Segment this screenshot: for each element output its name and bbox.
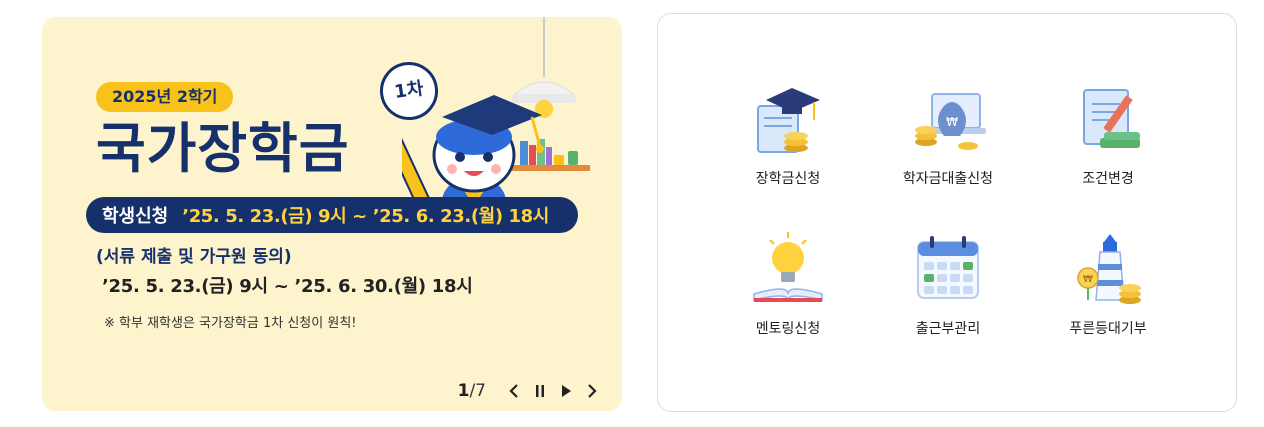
- pager-current: 1: [457, 381, 470, 401]
- quick-menu-panel: 장학금신청 ₩ 학자금대출신청 조건변경 멘토링신청 출근부관리 ₩ 푸른등대기…: [657, 13, 1237, 412]
- pager-total: /7: [469, 381, 486, 401]
- chevron-right-icon: [588, 384, 597, 398]
- play-slide-button[interactable]: [558, 381, 574, 401]
- slide-pager: 1/7: [458, 381, 486, 401]
- quick-menu-blue-lighthouse-donation[interactable]: ₩ 푸른등대기부: [1028, 226, 1188, 376]
- quick-menu-mentoring-apply[interactable]: 멘토링신청: [708, 226, 868, 376]
- quick-menu-label: 조건변경: [1082, 171, 1134, 187]
- next-slide-button[interactable]: [584, 381, 600, 401]
- document-submission-date: ’25. 5. 23.(금) 9시 ~ ’25. 6. 30.(월) 18시: [102, 276, 473, 297]
- quick-menu-label: 푸른등대기부: [1069, 321, 1147, 337]
- banner-title: 국가장학금: [96, 117, 350, 180]
- quick-menu-grid: 장학금신청 ₩ 학자금대출신청 조건변경 멘토링신청 출근부관리 ₩ 푸른등대기…: [708, 76, 1188, 376]
- quick-menu-condition-change[interactable]: 조건변경: [1028, 76, 1188, 226]
- apply-date: ’25. 5. 23.(금) 9시 ~ ’25. 6. 23.(월) 18시: [182, 206, 549, 227]
- pause-slide-button[interactable]: [532, 381, 548, 401]
- graduation-cap-certificate-icon: [746, 76, 830, 160]
- scholarship-banner[interactable]: 2025년 2학기 국가장학금 1차 학생신청 ’25. 5. 23.(금) 9…: [42, 17, 622, 411]
- quick-menu-label: 학자금대출신청: [902, 171, 994, 187]
- pause-icon: [536, 385, 544, 397]
- semester-badge: 2025년 2학기: [96, 82, 234, 112]
- money-bag-laptop-icon: ₩: [906, 76, 990, 160]
- quick-menu-student-loan-apply[interactable]: ₩ 학자금대출신청: [868, 76, 1028, 226]
- quick-menu-attendance-management[interactable]: 출근부관리: [868, 226, 1028, 376]
- apply-label: 학생신청: [102, 206, 169, 227]
- mascot-illustration: [402, 17, 590, 217]
- prev-slide-button[interactable]: [506, 381, 522, 401]
- play-icon: [562, 385, 571, 397]
- document-submission-label: (서류 제출 및 가구원 동의): [96, 247, 292, 267]
- lighthouse-coins-icon: ₩: [1066, 226, 1150, 310]
- document-pen-icon: [1066, 76, 1150, 160]
- quick-menu-label: 출근부관리: [915, 321, 981, 337]
- quick-menu-label: 장학금신청: [755, 171, 821, 187]
- svg-text:₩: ₩: [946, 115, 958, 129]
- slider-controls: 1/7: [458, 379, 600, 403]
- banner-note: ※ 학부 재학생은 국가장학금 1차 신청이 원칙!: [104, 316, 357, 331]
- chevron-left-icon: [509, 384, 518, 398]
- svg-text:₩: ₩: [1083, 274, 1093, 285]
- calendar-icon: [906, 226, 990, 310]
- student-application-bar: 학생신청 ’25. 5. 23.(금) 9시 ~ ’25. 6. 23.(월) …: [86, 197, 578, 233]
- quick-menu-label: 멘토링신청: [755, 321, 821, 337]
- quick-menu-scholarship-apply[interactable]: 장학금신청: [708, 76, 868, 226]
- lightbulb-book-icon: [746, 226, 830, 310]
